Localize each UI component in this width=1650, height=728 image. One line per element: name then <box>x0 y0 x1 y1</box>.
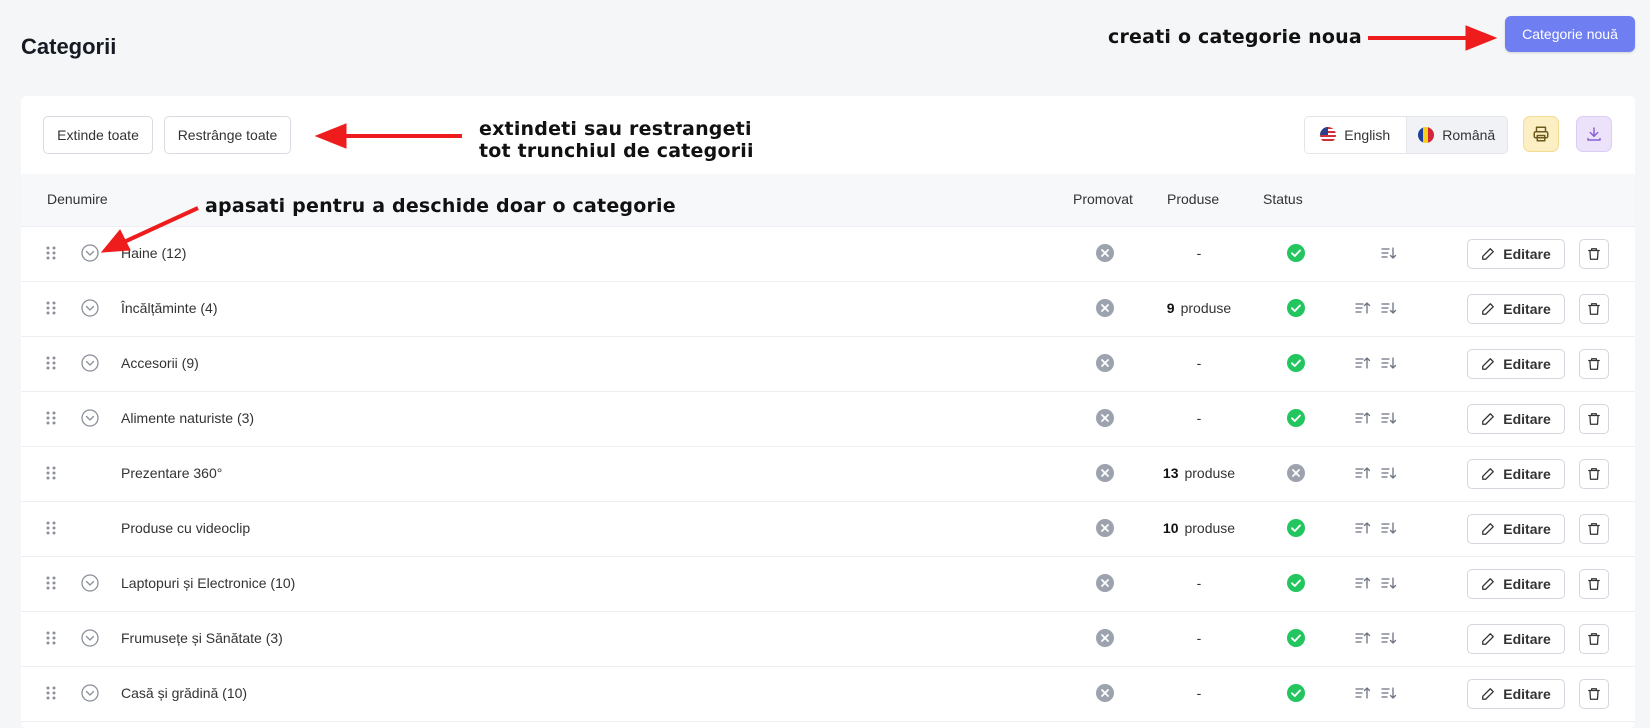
arrow-new-category <box>1368 25 1498 51</box>
arrow-open-one <box>100 206 199 253</box>
annotation-arrows <box>100 25 1498 253</box>
arrow-expand-collapse <box>314 123 462 149</box>
